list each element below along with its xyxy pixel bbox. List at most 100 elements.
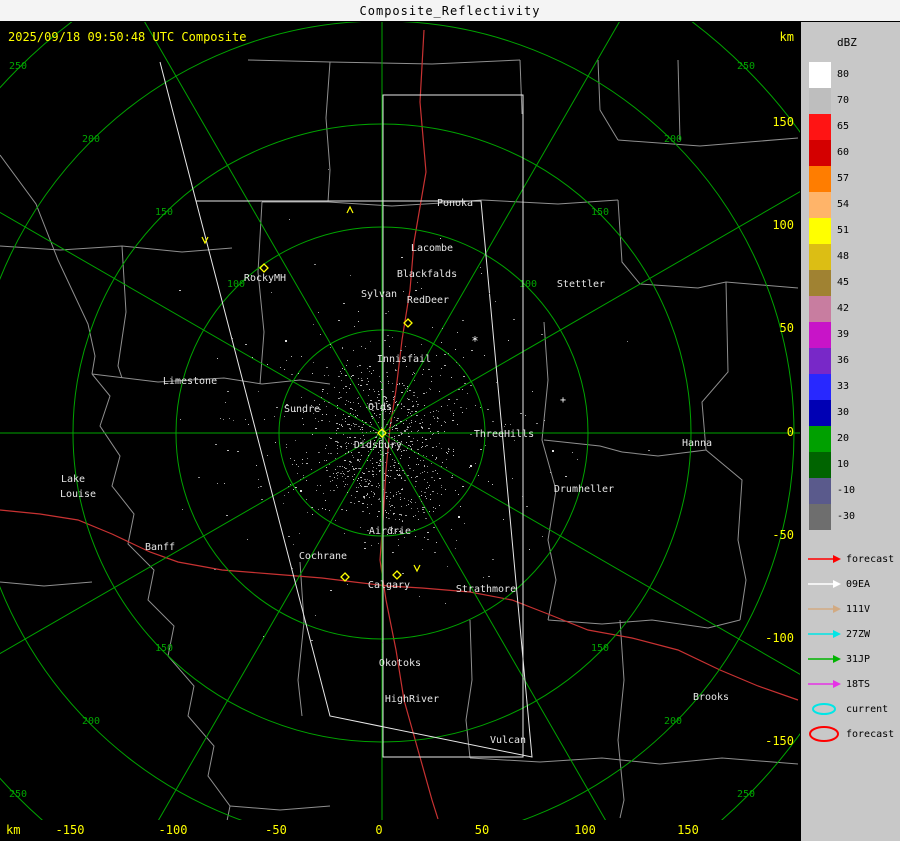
echo-pixel bbox=[456, 399, 458, 400]
echo-pixel bbox=[442, 462, 443, 463]
echo-pixel bbox=[401, 451, 402, 452]
echo-pixel bbox=[437, 421, 438, 422]
echo-pixel bbox=[318, 452, 319, 453]
echo-pixel bbox=[258, 487, 259, 488]
echo-pixel bbox=[298, 373, 299, 374]
echo-pixel bbox=[362, 427, 363, 428]
echo-pixel bbox=[372, 458, 373, 459]
bottom-axis-tick: 150 bbox=[677, 823, 699, 837]
echo-pixel bbox=[457, 332, 458, 333]
echo-pixel bbox=[376, 474, 377, 475]
boundary-line bbox=[0, 581, 93, 587]
echo-pixel bbox=[361, 486, 362, 487]
echo-pixel bbox=[425, 446, 426, 447]
echo-pixel bbox=[288, 486, 289, 487]
echo-pixel bbox=[346, 442, 347, 443]
boundary-line bbox=[597, 59, 619, 141]
echo-pixel bbox=[408, 399, 409, 400]
echo-pixel bbox=[358, 452, 359, 453]
right-axis-tick: 0 bbox=[787, 425, 794, 439]
echo-pixel bbox=[364, 548, 366, 549]
echo-pixel bbox=[441, 487, 442, 488]
echo-pixel bbox=[392, 337, 393, 338]
echo-pixel bbox=[366, 486, 368, 487]
echo-pixel bbox=[390, 498, 391, 499]
city-label: Ponoka bbox=[437, 198, 473, 209]
echo-pixel bbox=[393, 495, 394, 496]
echo-pixel bbox=[379, 465, 381, 466]
range-label: 250 bbox=[737, 789, 755, 800]
echo-pixel bbox=[392, 429, 393, 430]
echo-pixel bbox=[367, 493, 368, 494]
echo-pixel bbox=[324, 460, 325, 461]
echo-pixel bbox=[451, 377, 452, 378]
echo-pixel bbox=[318, 509, 319, 510]
echo-pixel bbox=[303, 475, 304, 476]
dot-marker-icon bbox=[470, 465, 472, 467]
echo-pixel bbox=[358, 321, 359, 322]
echo-pixel bbox=[376, 436, 377, 437]
echo-pixel bbox=[322, 389, 324, 390]
echo-pixel bbox=[317, 485, 318, 486]
echo-pixel bbox=[565, 476, 567, 477]
echo-pixel bbox=[421, 419, 422, 420]
echo-pixel bbox=[399, 468, 400, 469]
echo-pixel bbox=[326, 406, 327, 407]
echo-pixel bbox=[422, 422, 423, 423]
echo-pixel bbox=[451, 477, 453, 478]
echo-pixel bbox=[351, 408, 352, 409]
echo-pixel bbox=[264, 419, 265, 420]
echo-pixel bbox=[413, 405, 414, 406]
city-label: Didsbury bbox=[354, 440, 402, 451]
echo-pixel bbox=[320, 485, 321, 486]
echo-pixel bbox=[292, 464, 293, 465]
echo-pixel bbox=[389, 346, 390, 347]
echo-pixel bbox=[364, 486, 366, 487]
echo-pixel bbox=[402, 470, 404, 471]
colorbar-value: 70 bbox=[837, 95, 850, 106]
echo-pixel bbox=[347, 484, 348, 485]
echo-pixel bbox=[343, 414, 344, 415]
echo-pixel bbox=[417, 431, 418, 432]
echo-pixel bbox=[396, 492, 397, 493]
echo-pixel bbox=[379, 417, 380, 418]
radar-map-canvas[interactable]: 250 200 150 100 250 200 150 100 150 200 250 150 200 2… bbox=[0, 22, 800, 820]
echo-pixel bbox=[429, 485, 430, 486]
radar-map[interactable]: 250 200 150 100 250 200 150 100 150 200 250 150 200 2… bbox=[0, 22, 800, 841]
echo-pixel bbox=[362, 432, 363, 433]
echo-pixel bbox=[430, 389, 431, 390]
echo-pixel bbox=[346, 448, 347, 449]
echo-pixel bbox=[439, 505, 440, 506]
echo-pixel bbox=[360, 438, 361, 439]
echo-pixel bbox=[385, 492, 387, 493]
boundary-line bbox=[229, 805, 331, 811]
echo-pixel bbox=[394, 425, 395, 426]
echo-pixel bbox=[401, 455, 402, 456]
legend-label: 27ZW bbox=[846, 628, 871, 640]
echo-pixel bbox=[315, 615, 316, 616]
echo-pixel bbox=[401, 403, 402, 404]
echo-pixel bbox=[446, 459, 447, 460]
echo-pixel bbox=[419, 496, 420, 497]
echo-pixel bbox=[386, 512, 387, 513]
echo-pixel bbox=[375, 437, 377, 438]
radar-site-diamond-icon bbox=[392, 570, 402, 580]
echo-pixel bbox=[372, 418, 373, 419]
city-labels: Ponoka Lacombe BlackfaldsSylvan RedDeer Rock… bbox=[60, 198, 729, 746]
echo-pixel bbox=[409, 445, 410, 446]
echo-pixel bbox=[373, 492, 374, 493]
echo-pixel bbox=[445, 422, 446, 423]
boundary-line bbox=[91, 373, 231, 820]
echo-pixel bbox=[432, 471, 434, 472]
echo-pixel bbox=[403, 385, 405, 386]
echo-pixel bbox=[299, 533, 300, 534]
dot-marker-icon bbox=[300, 490, 302, 492]
echo-pixel bbox=[423, 512, 425, 513]
echo-pixel bbox=[433, 507, 434, 508]
echo-pixel bbox=[394, 467, 395, 468]
boundary-line bbox=[617, 137, 799, 147]
echo-pixel bbox=[407, 448, 408, 449]
colorbar-tile bbox=[809, 452, 831, 478]
city-label: Banff bbox=[145, 542, 175, 553]
echo-pixel bbox=[349, 388, 350, 389]
